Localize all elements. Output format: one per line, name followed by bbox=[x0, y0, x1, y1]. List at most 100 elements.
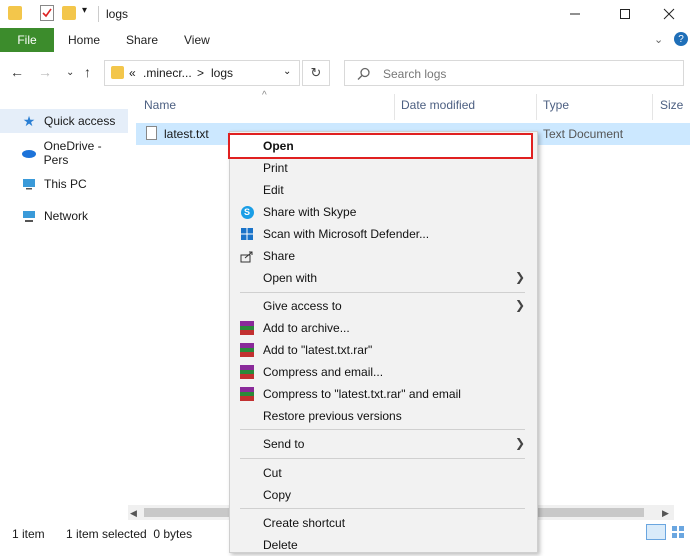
defender-shield-icon bbox=[239, 226, 255, 242]
minimize-button[interactable] bbox=[552, 0, 598, 28]
menu-item-label: Send to bbox=[263, 437, 305, 451]
menu-item-restore-versions[interactable]: Restore previous versions bbox=[230, 405, 535, 427]
winrar-icon bbox=[239, 364, 255, 380]
nav-item-onedrive[interactable]: OneDrive - Pers bbox=[0, 139, 128, 167]
text-file-icon bbox=[146, 126, 157, 140]
new-folder-icon[interactable] bbox=[62, 6, 76, 20]
close-icon bbox=[663, 8, 675, 20]
menu-item-add-archive[interactable]: Add to archive... bbox=[230, 317, 535, 339]
forward-icon[interactable]: → bbox=[38, 64, 52, 80]
item-count: 1 item bbox=[12, 527, 45, 541]
ribbon-tabs: File Home Share View ⌄ ? bbox=[0, 28, 690, 53]
nav-item-label: This PC bbox=[44, 177, 87, 191]
menu-item-open-with[interactable]: Open with ❯ bbox=[230, 267, 535, 289]
menu-item-label: Print bbox=[263, 161, 288, 175]
file-type: Text Document bbox=[543, 127, 624, 141]
refresh-button[interactable]: ↻ bbox=[302, 60, 330, 86]
nav-item-quick-access[interactable]: ★ Quick access bbox=[0, 109, 128, 133]
menu-item-compress-email[interactable]: Compress and email... bbox=[230, 361, 535, 383]
back-icon[interactable]: ← bbox=[10, 64, 24, 80]
search-input[interactable]: Search logs bbox=[344, 60, 684, 86]
column-header-date[interactable]: Date modified bbox=[401, 98, 475, 112]
menu-item-compress-rar-email[interactable]: Compress to "latest.txt.rar" and email bbox=[230, 383, 535, 405]
address-dropdown-icon[interactable]: ⌄ bbox=[283, 66, 291, 77]
tab-file[interactable]: File bbox=[0, 28, 54, 52]
maximize-button[interactable] bbox=[602, 0, 648, 28]
menu-item-send-to[interactable]: Send to ❯ bbox=[230, 433, 535, 455]
menu-item-add-rar[interactable]: Add to "latest.txt.rar" bbox=[230, 339, 535, 361]
properties-icon[interactable] bbox=[40, 5, 54, 21]
submenu-arrow-icon: ❯ bbox=[514, 436, 525, 450]
nav-item-network[interactable]: Network bbox=[0, 204, 128, 228]
help-icon[interactable]: ? bbox=[674, 32, 688, 46]
path-segment-logs[interactable]: logs bbox=[211, 66, 233, 80]
column-divider[interactable] bbox=[394, 94, 395, 120]
search-placeholder: Search logs bbox=[383, 67, 447, 81]
sort-ascending-icon: ^ bbox=[262, 90, 267, 101]
close-button[interactable] bbox=[646, 0, 690, 28]
menu-item-label: Give access to bbox=[263, 299, 342, 313]
folder-icon bbox=[111, 66, 124, 79]
path-segment-minecraft[interactable]: .minecr... bbox=[143, 66, 192, 80]
menu-separator bbox=[240, 429, 525, 430]
customize-toolbar-icon[interactable]: ▾ bbox=[82, 5, 87, 16]
path-separator[interactable]: > bbox=[197, 66, 204, 80]
minimize-icon bbox=[570, 13, 580, 15]
nav-item-this-pc[interactable]: This PC bbox=[0, 172, 128, 196]
context-menu: Open Print Edit S Share with Skype Scan … bbox=[228, 131, 538, 556]
menu-item-delete[interactable]: Delete bbox=[230, 534, 535, 556]
menu-item-create-shortcut[interactable]: Create shortcut bbox=[230, 512, 535, 534]
menu-separator bbox=[240, 292, 525, 293]
tab-share[interactable]: Share bbox=[126, 28, 158, 52]
menu-item-print[interactable]: Print bbox=[230, 157, 535, 179]
tab-view[interactable]: View bbox=[184, 28, 210, 52]
share-icon bbox=[239, 248, 255, 264]
up-icon[interactable]: ↑ bbox=[84, 64, 91, 80]
address-bar[interactable]: « .minecr... > logs ⌄ bbox=[104, 60, 300, 86]
refresh-icon: ↻ bbox=[310, 65, 322, 80]
menu-item-label: Scan with Microsoft Defender... bbox=[263, 227, 430, 241]
submenu-arrow-icon: ❯ bbox=[514, 298, 525, 312]
separator bbox=[98, 6, 99, 22]
search-icon bbox=[357, 67, 370, 80]
navigation-pane: ★ Quick access OneDrive - Pers This PC N… bbox=[0, 92, 128, 524]
column-header-name[interactable]: Name bbox=[144, 98, 176, 112]
menu-item-label: Restore previous versions bbox=[263, 409, 402, 423]
menu-item-edit[interactable]: Edit bbox=[230, 179, 535, 201]
tab-home[interactable]: Home bbox=[68, 28, 100, 52]
menu-item-label: Compress and email... bbox=[263, 365, 384, 379]
winrar-icon bbox=[239, 320, 255, 336]
menu-item-label: Create shortcut bbox=[263, 516, 346, 530]
column-header-type[interactable]: Type bbox=[543, 98, 569, 112]
winrar-icon bbox=[239, 342, 255, 358]
large-icons-view-icon[interactable] bbox=[670, 524, 686, 540]
menu-item-open[interactable]: Open bbox=[230, 135, 535, 157]
column-divider[interactable] bbox=[536, 94, 537, 120]
menu-item-copy[interactable]: Copy bbox=[230, 484, 535, 506]
column-header-size[interactable]: Size bbox=[660, 98, 683, 112]
menu-item-label: Open bbox=[263, 139, 294, 153]
details-view-icon[interactable] bbox=[646, 524, 666, 540]
menu-item-share-skype[interactable]: S Share with Skype bbox=[230, 201, 535, 223]
computer-icon bbox=[20, 178, 38, 190]
network-icon bbox=[20, 210, 38, 223]
column-divider[interactable] bbox=[652, 94, 653, 120]
recent-locations-icon[interactable]: ⌄ bbox=[66, 67, 74, 78]
submenu-arrow-icon: ❯ bbox=[514, 270, 525, 284]
menu-item-share[interactable]: Share bbox=[230, 245, 535, 267]
menu-item-label: Add to "latest.txt.rar" bbox=[263, 343, 373, 357]
cloud-icon bbox=[20, 148, 38, 158]
maximize-icon bbox=[620, 9, 630, 19]
scroll-left-icon[interactable]: ◀ bbox=[130, 508, 137, 519]
address-row: ← → ⌄ ↑ « .minecr... > logs ⌄ ↻ Search l… bbox=[0, 52, 690, 92]
nav-item-label: OneDrive - Pers bbox=[43, 139, 102, 167]
menu-item-label: Copy bbox=[263, 488, 292, 502]
expand-ribbon-icon[interactable]: ⌄ bbox=[654, 33, 663, 46]
menu-item-give-access[interactable]: Give access to ❯ bbox=[230, 295, 535, 317]
path-overflow[interactable]: « bbox=[129, 66, 136, 80]
menu-item-scan-defender[interactable]: Scan with Microsoft Defender... bbox=[230, 223, 535, 245]
menu-item-cut[interactable]: Cut bbox=[230, 462, 535, 484]
scroll-right-icon[interactable]: ▶ bbox=[662, 508, 669, 519]
menu-separator bbox=[240, 458, 525, 459]
file-name: latest.txt bbox=[164, 127, 209, 141]
